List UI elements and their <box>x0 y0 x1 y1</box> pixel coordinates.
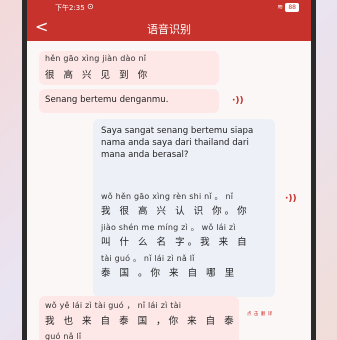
pinyin-line: tài guó 。 nǐ lái zì nǎ lǐ <box>101 254 195 263</box>
title-bar: < 语音识别 <box>27 15 311 41</box>
app-screen: 下午2:35 ⊙ ≋ 88 < 语音识别 hěn gāo xìng jiàn d… <box>27 0 311 340</box>
speaker-icon[interactable]: ·)) <box>285 194 297 204</box>
pinyin-line: wǒ yě lái zì tài guó ， nǐ lái zì tài <box>45 301 182 310</box>
pinyin-line: guó nǎ lǐ <box>45 332 82 340</box>
message-bubble-indonesian[interactable]: Saya sangat senang bertemu siapa nama an… <box>93 119 275 297</box>
message-bubble-chinese[interactable]: wǒ yě lái zì tài guó ， nǐ lái zì tài 我 也… <box>39 296 239 340</box>
hanzi-line: 泰 国 。你 来 自 哪 里 <box>101 268 238 279</box>
translate-tag[interactable]: 点 击 翻 译 <box>247 311 273 317</box>
hanzi-line: 叫 什 么 名 字。我 来 自 <box>101 237 250 248</box>
status-icons: ≋ 88 <box>277 3 299 12</box>
status-time: 下午2:35 <box>55 4 85 12</box>
message-text: Saya sangat senang bertemu siapa nama an… <box>101 126 254 160</box>
status-bar: 下午2:35 ⊙ ≋ 88 <box>27 0 311 15</box>
pinyin-line: jiào shén me míng zì 。 wǒ lái zì <box>101 223 236 232</box>
pinyin-line: hěn gāo xìng jiàn dào nǐ <box>45 54 147 63</box>
wifi-icon: ≋ <box>277 3 284 11</box>
chat-area: hěn gāo xìng jiàn dào nǐ 很 高 兴 见 到 你 Sen… <box>27 41 311 340</box>
hanzi-line: 我 也 来 自 泰 国 ，你 来 自 泰 <box>45 316 237 327</box>
hanzi-line: 我 很 高 兴 认 识 你。你 <box>101 206 250 217</box>
pinyin-line: wǒ hěn gāo xìng rèn shi nǐ 。 nǐ <box>101 192 234 201</box>
message-bubble-translation[interactable]: Senang bertemu denganmu. <box>39 89 219 113</box>
speaker-icon[interactable]: ·)) <box>232 96 244 106</box>
message-bubble-chinese[interactable]: hěn gāo xìng jiàn dào nǐ 很 高 兴 见 到 你 <box>39 51 219 85</box>
battery-icon: 88 <box>285 3 299 12</box>
page-title: 语音识别 <box>147 23 191 36</box>
translation-text: Senang bertemu denganmu. <box>45 95 169 105</box>
alarm-icon: ⊙ <box>87 2 94 11</box>
hanzi-line: 很 高 兴 见 到 你 <box>45 70 151 81</box>
